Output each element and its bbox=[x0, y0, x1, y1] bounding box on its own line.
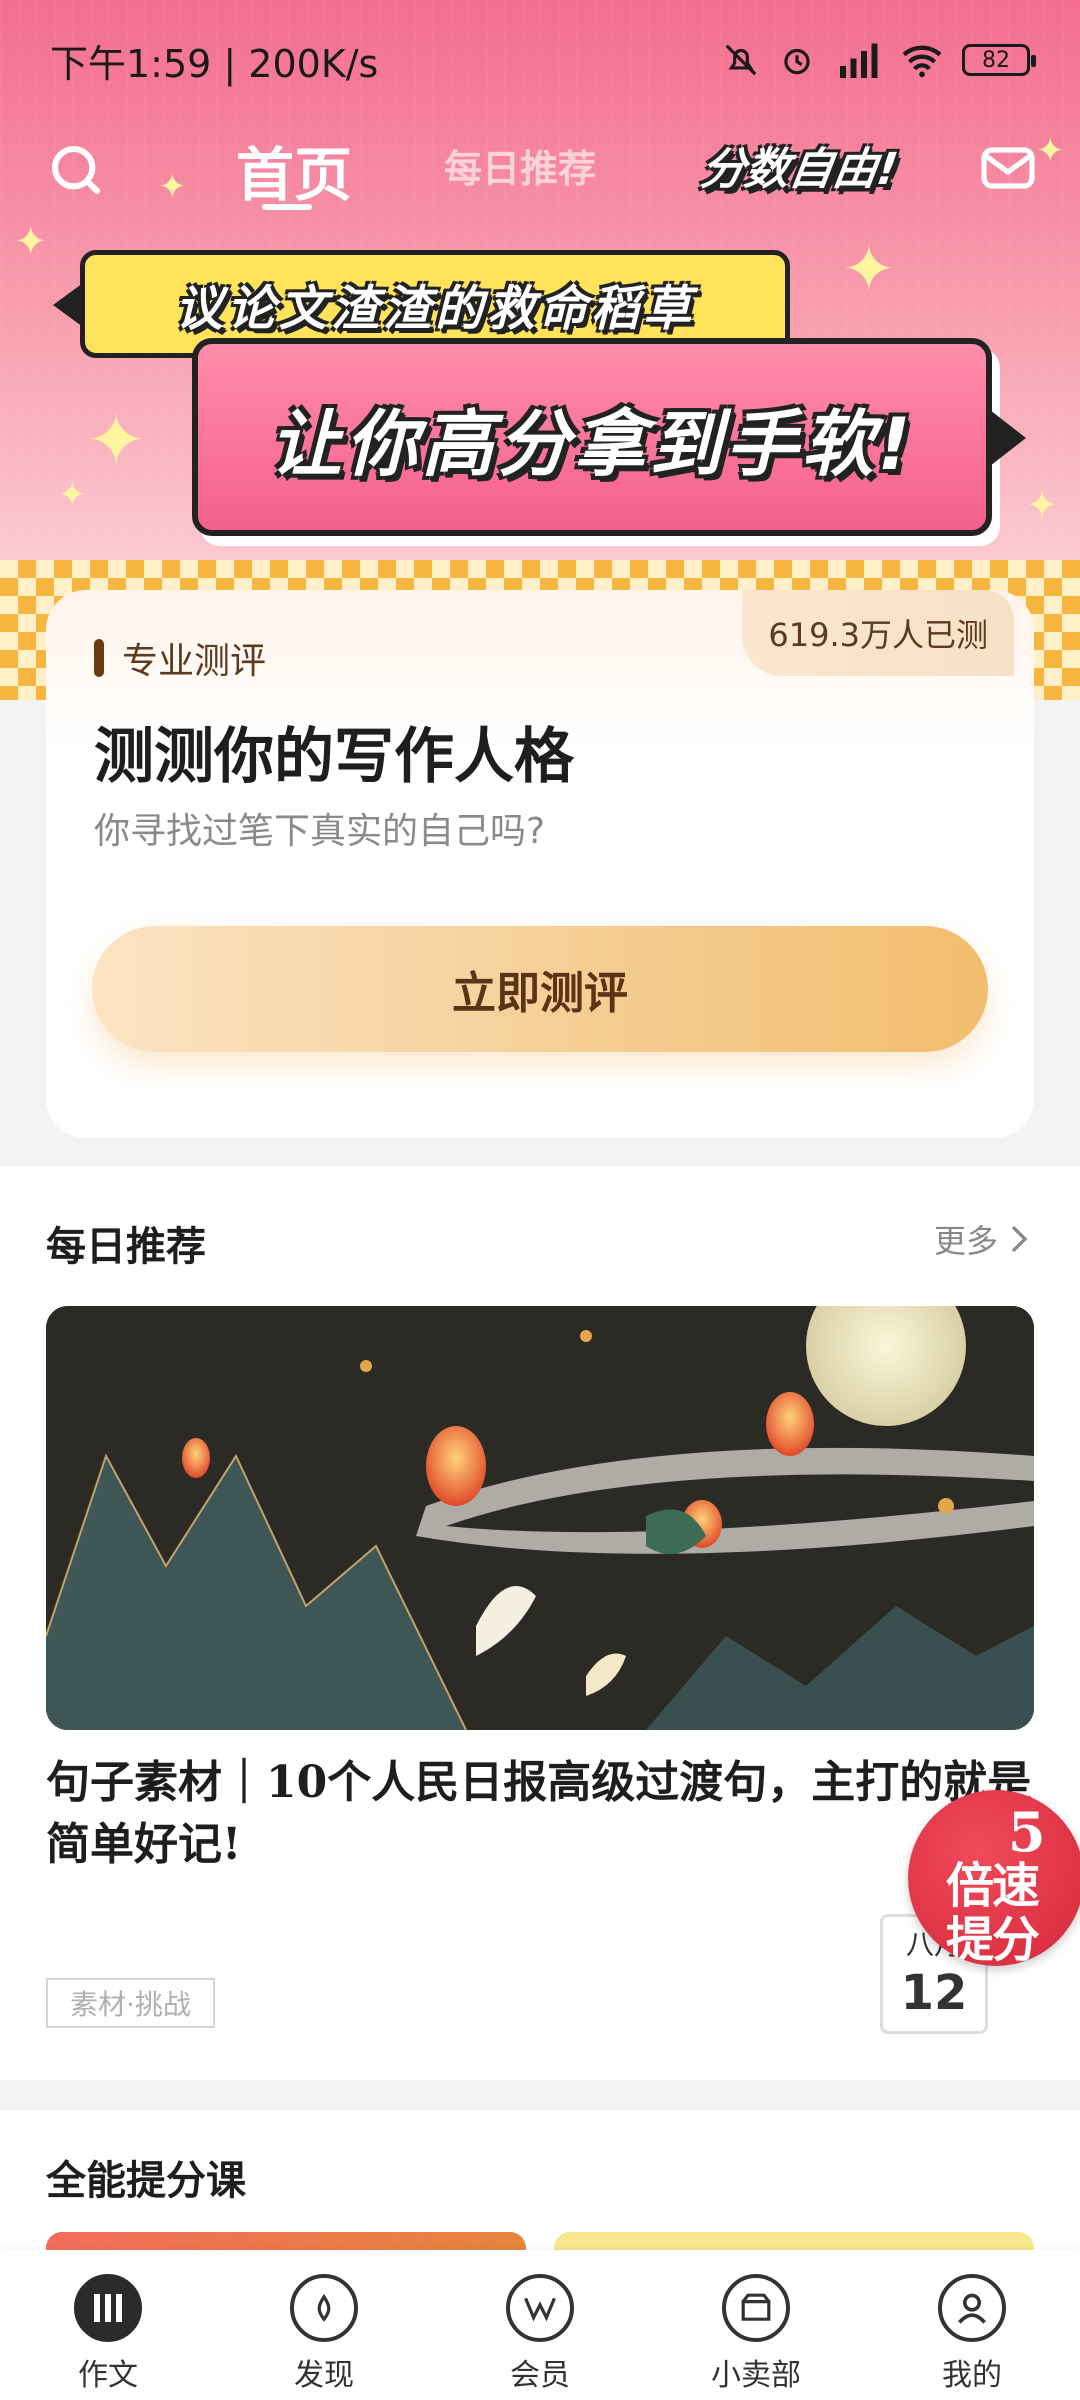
chevron-right-icon bbox=[1011, 1225, 1028, 1253]
top-nav: 首页 每日推荐 分数自由! bbox=[0, 120, 1080, 220]
daily-section: 每日推荐 更多 句子素材｜10个人民日报高级过渡句，主打的就是简单好记! 素材·… bbox=[0, 1166, 1080, 2080]
tab-profile[interactable]: 我的 bbox=[864, 2250, 1080, 2400]
sparkle-icon: ✦ bbox=[1026, 483, 1058, 527]
tab-essay[interactable]: 作文 bbox=[0, 2250, 216, 2400]
badge-line2: 提分 bbox=[946, 1912, 1040, 1966]
sparkle-icon: ✦ bbox=[58, 475, 87, 515]
test-count-badge: 619.3万人已测 bbox=[742, 590, 1014, 676]
battery-icon: 82 bbox=[962, 44, 1036, 76]
profile-icon bbox=[938, 2274, 1006, 2342]
signal-icon bbox=[840, 43, 878, 78]
start-test-button[interactable]: 立即测评 bbox=[92, 926, 988, 1052]
lantern-night-illustration bbox=[46, 1306, 1034, 1730]
wifi-icon bbox=[902, 45, 942, 78]
tab-label: 作文 bbox=[78, 2358, 138, 2393]
tab-vip[interactable]: 会员 bbox=[432, 2250, 648, 2400]
mute-icon bbox=[725, 44, 757, 76]
test-subtitle: 你寻找过笔下真实的自己吗? bbox=[94, 811, 546, 852]
sparkle-icon: ✦ bbox=[86, 398, 147, 482]
more-link[interactable]: 更多 bbox=[934, 1216, 1030, 1262]
vip-icon bbox=[506, 2274, 574, 2342]
shop-icon bbox=[722, 2274, 790, 2342]
status-bar: 下午1:59 | 200K/s 82 bbox=[0, 0, 1080, 120]
sparkle-icon: ✦ bbox=[842, 233, 896, 307]
tab-home-indicator bbox=[262, 204, 312, 210]
alarm-icon bbox=[784, 48, 810, 75]
status-icons: 82 bbox=[722, 41, 1036, 79]
more-label: 更多 bbox=[933, 1222, 998, 1260]
sparkle-icon: ✦ bbox=[14, 219, 48, 265]
tab-discover[interactable]: 发现 bbox=[216, 2250, 432, 2400]
writing-personality-card[interactable]: 619.3万人已测 专业测评 测测你的写作人格 你寻找过笔下真实的自己吗? 立即… bbox=[46, 590, 1034, 1138]
speed-boost-badge[interactable]: 5 倍速 提分 bbox=[908, 1790, 1080, 1966]
section-title: 全能提分课 bbox=[46, 2158, 246, 2204]
status-time: 下午1:59 | 200K/s bbox=[50, 41, 379, 86]
bottom-nav: 作文 发现 会员 小卖部 我的 bbox=[0, 2250, 1080, 2400]
score-free-logo[interactable]: 分数自由! bbox=[675, 130, 925, 200]
discover-icon bbox=[290, 2274, 358, 2342]
banner-headline-main: 让你高分拿到手软! bbox=[192, 338, 1026, 536]
mail-icon[interactable] bbox=[980, 144, 1036, 192]
article-cover-image[interactable] bbox=[46, 1306, 1034, 1730]
section-title: 每日推荐 bbox=[46, 1224, 206, 1270]
article-title[interactable]: 句子素材｜10个人民日报高级过渡句，主打的就是简单好记! bbox=[46, 1752, 1036, 1876]
tab-label: 发现 bbox=[294, 2358, 354, 2393]
tab-label: 我的 bbox=[942, 2358, 1002, 2393]
tab-label: 会员 bbox=[510, 2358, 570, 2393]
test-title: 测测你的写作人格 bbox=[94, 722, 574, 792]
tab-daily[interactable]: 每日推荐 bbox=[444, 138, 596, 193]
app-root: 下午1:59 | 200K/s 82 首页 每日推荐 分数自由! ✦ ✦ ✦ ✦… bbox=[0, 0, 1080, 2400]
test-tag: 专业测评 bbox=[94, 632, 266, 684]
date-day: 12 bbox=[900, 1965, 968, 2021]
tab-home[interactable]: 首页 bbox=[236, 128, 352, 212]
tab-shop[interactable]: 小卖部 bbox=[648, 2250, 864, 2400]
search-icon[interactable] bbox=[48, 142, 104, 198]
essay-icon bbox=[74, 2274, 142, 2342]
article-tag: 素材·挑战 bbox=[46, 1978, 215, 2028]
tab-label: 小卖部 bbox=[711, 2358, 801, 2393]
